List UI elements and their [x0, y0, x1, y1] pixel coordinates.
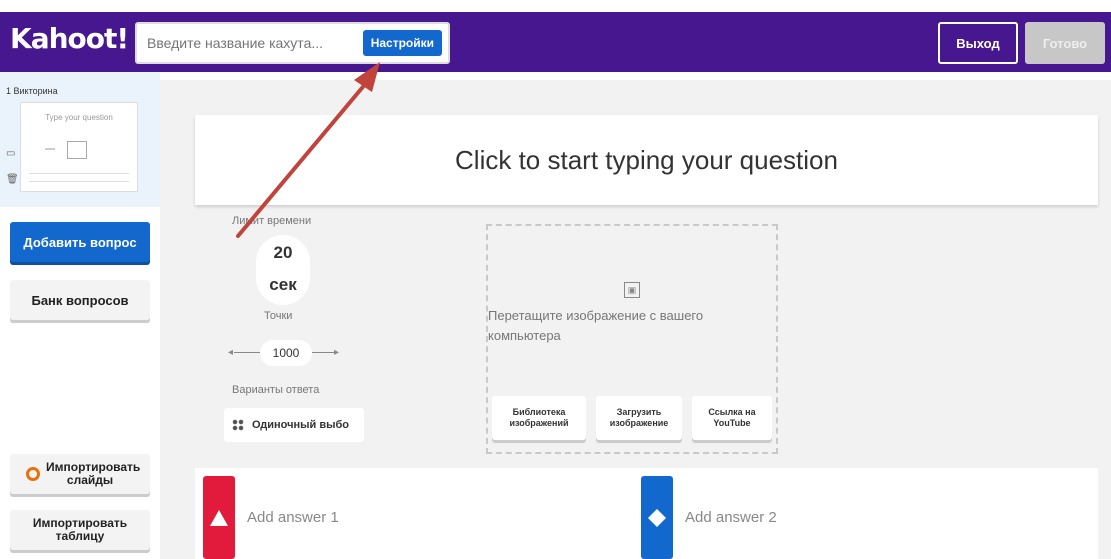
points-selector[interactable]: ◂ 1000 ▸ — [228, 340, 348, 366]
slide-label: 1 Викторина — [6, 86, 58, 96]
import-slides-icon — [26, 467, 40, 481]
answer-type-value: Одиночный выбо — [252, 419, 350, 431]
exit-button[interactable]: Выход — [938, 22, 1018, 64]
settings-button[interactable]: Настройки — [362, 30, 442, 56]
duplicate-icon[interactable]: ▭ — [6, 148, 15, 159]
thumbnail-question: Type your question — [45, 113, 113, 122]
top-bar: Kahoot! Настройки Выход Готово — [0, 12, 1111, 72]
answer-1[interactable]: Add answer 1 — [203, 476, 339, 559]
import-slides-label: Импортировать слайды — [46, 460, 141, 487]
thumbnail-dash — [45, 148, 55, 150]
add-question-button[interactable]: Добавить вопрос — [10, 222, 150, 262]
points-label: Точки — [264, 310, 293, 322]
points-value[interactable]: 1000 — [260, 340, 312, 366]
delete-icon[interactable]: 🗑 — [6, 174, 19, 185]
done-button[interactable]: Готово — [1025, 22, 1105, 64]
image-drop-zone[interactable]: ▣ Перетащите изображение с вашего компью… — [486, 224, 778, 454]
image-library-button[interactable]: Библиотека изображений — [492, 396, 586, 440]
image-icon: ▣ — [624, 282, 640, 298]
drop-zone-text: Перетащите изображение с вашего компьюте… — [488, 308, 704, 343]
youtube-link-button[interactable]: Ссылка на YouTube — [692, 396, 772, 440]
upload-image-button[interactable]: Загрузить изображение — [596, 396, 682, 440]
answer-options-label: Варианты ответа — [232, 384, 320, 396]
time-limit-value: 20 — [273, 243, 293, 262]
answer-type-selector[interactable]: Одиночный выбо — [224, 408, 364, 442]
answer-2-placeholder: Add answer 2 — [685, 509, 777, 526]
title-field[interactable]: Настройки — [135, 22, 450, 64]
kahoot-logo[interactable]: Kahoot! — [10, 22, 129, 55]
time-limit-selector[interactable]: 20 сек — [256, 235, 310, 305]
arrow-left-icon[interactable]: ◂ — [228, 347, 233, 358]
answer-2[interactable]: Add answer 2 — [641, 476, 777, 559]
question-placeholder: Click to start typing your question — [455, 144, 838, 175]
question-bank-button[interactable]: Банк вопросов — [10, 280, 150, 320]
thumbnail-answer-line — [29, 181, 129, 182]
thumbnail-image-icon — [67, 141, 87, 159]
answer-1-placeholder: Add answer 1 — [247, 509, 339, 526]
diamond-icon — [641, 476, 673, 559]
answers-area: Add answer 1 Add answer 2 — [195, 468, 1098, 559]
kahoot-title-input[interactable] — [147, 35, 347, 51]
grid-icon — [232, 419, 244, 431]
sidebar: 1 Викторина Type your question ▭ 🗑 Добав… — [0, 72, 160, 559]
import-table-button[interactable]: Импортировать таблицу — [10, 510, 150, 550]
header: Kahoot! Настройки Выход Готово — [0, 0, 1111, 80]
time-limit-unit: сек — [269, 275, 297, 294]
import-table-label: Импортировать таблицу — [32, 516, 128, 543]
triangle-icon — [203, 476, 235, 559]
thumbnail-answer-line — [29, 173, 129, 174]
arrow-right-icon[interactable]: ▸ — [334, 347, 339, 358]
points-line-right — [312, 352, 336, 353]
slide-thumbnail[interactable]: Type your question — [20, 102, 138, 192]
question-input[interactable]: Click to start typing your question — [195, 115, 1098, 205]
time-limit-label: Лимит времени — [232, 215, 312, 227]
slide-list: 1 Викторина Type your question ▭ 🗑 — [0, 72, 160, 207]
points-line-left — [234, 352, 260, 353]
import-slides-button[interactable]: Импортировать слайды — [10, 454, 150, 494]
